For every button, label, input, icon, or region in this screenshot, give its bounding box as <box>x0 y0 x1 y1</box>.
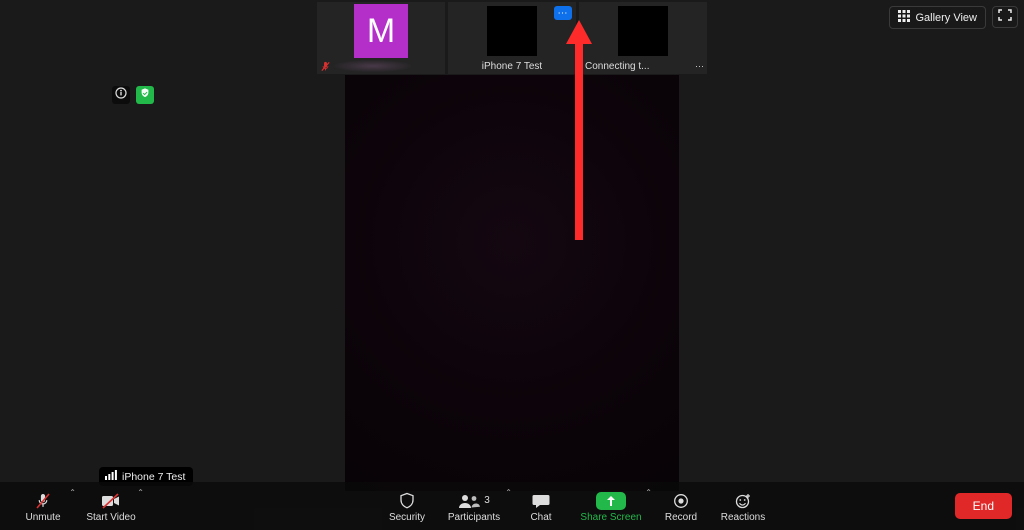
participant-thumbnail-strip: M ⋯ iPhone 7 Test Connecting t... ⋯ <box>317 2 707 74</box>
meeting-info-button[interactable] <box>112 86 130 104</box>
participant-thumbnail[interactable]: ⋯ iPhone 7 Test <box>448 2 576 74</box>
reactions-button[interactable]: Reactions <box>712 482 774 530</box>
reactions-label: Reactions <box>721 512 765 523</box>
share-screen-button[interactable]: Share Screen ⌃ <box>572 482 650 530</box>
avatar-initial: M <box>367 12 395 51</box>
participant-name-redacted <box>334 60 412 72</box>
video-off-icon <box>101 490 121 512</box>
participants-label: Participants <box>448 512 500 523</box>
start-video-button[interactable]: Start Video ⌃ <box>80 482 142 530</box>
chevron-up-icon[interactable]: ⌃ <box>137 488 144 497</box>
participants-count: 3 <box>484 495 490 506</box>
audio-source-label: iPhone 7 Test <box>122 471 185 483</box>
end-meeting-button[interactable]: End <box>955 493 1012 519</box>
security-button[interactable]: Security <box>376 482 438 530</box>
more-icon: ⋯ <box>558 8 569 19</box>
security-label: Security <box>389 512 425 523</box>
start-video-label: Start Video <box>86 512 135 523</box>
participant-thumbnail[interactable]: M <box>317 2 445 74</box>
participant-thumbnail[interactable]: Connecting t... ⋯ <box>579 2 707 74</box>
share-screen-label: Share Screen <box>580 512 641 523</box>
unmute-button[interactable]: Unmute ⌃ <box>12 482 74 530</box>
participant-video-off <box>618 6 668 56</box>
encryption-badge[interactable] <box>136 86 154 104</box>
participant-name-label: Connecting t... <box>585 61 649 72</box>
participants-button[interactable]: 3 Participants ⌃ <box>438 482 510 530</box>
chevron-up-icon[interactable]: ⌃ <box>69 488 76 497</box>
record-icon <box>673 490 689 512</box>
chat-icon <box>532 490 550 512</box>
record-label: Record <box>665 512 697 523</box>
participant-name-label: iPhone 7 Test <box>482 61 542 72</box>
participants-icon: 3 <box>458 490 490 512</box>
gallery-view-label: Gallery View <box>915 12 977 24</box>
chat-button[interactable]: Chat <box>510 482 572 530</box>
chat-label: Chat <box>530 512 551 523</box>
meeting-controls-bar: Unmute ⌃ Start Video ⌃ Security 3 Partic… <box>0 482 1024 530</box>
mic-muted-icon <box>34 490 52 512</box>
grid-icon <box>898 10 910 25</box>
mic-muted-icon <box>320 61 331 72</box>
end-label: End <box>973 499 994 513</box>
shield-check-icon <box>139 86 151 104</box>
unmute-label: Unmute <box>25 512 60 523</box>
active-speaker-video[interactable] <box>345 75 679 491</box>
gallery-view-button[interactable]: Gallery View <box>889 6 986 29</box>
share-screen-icon <box>596 492 626 510</box>
participant-video-off <box>487 6 537 56</box>
fullscreen-icon <box>998 8 1012 26</box>
participant-avatar: M <box>354 4 408 58</box>
thumbnail-more-button[interactable]: ⋯ <box>554 6 572 20</box>
info-icon <box>115 86 127 104</box>
shield-icon <box>399 490 415 512</box>
record-button[interactable]: Record <box>650 482 712 530</box>
thumbnail-status-icons: ⋯ <box>695 61 704 72</box>
reactions-icon <box>734 490 752 512</box>
fullscreen-button[interactable] <box>992 6 1018 28</box>
